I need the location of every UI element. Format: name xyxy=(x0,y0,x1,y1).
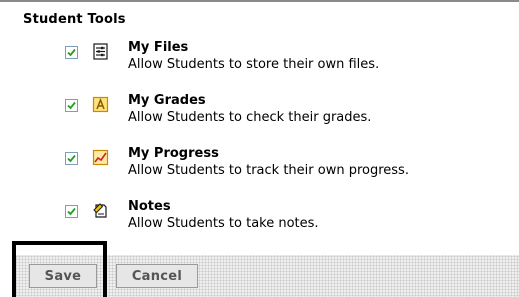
tool-description: Allow Students to store their own files. xyxy=(128,57,380,72)
tool-name: My Progress xyxy=(128,146,219,161)
notes-icon xyxy=(92,202,109,219)
checkmark-icon xyxy=(67,207,76,216)
my-files-checkbox[interactable] xyxy=(65,46,78,59)
tool-name: My Files xyxy=(128,40,189,55)
tool-description: Allow Students to take notes. xyxy=(128,216,319,231)
my-progress-checkbox[interactable] xyxy=(65,152,78,165)
tool-item-my-grades: My Grades Allow Students to check their … xyxy=(65,93,515,129)
grades-icon xyxy=(92,96,109,113)
checkmark-icon xyxy=(67,154,76,163)
checkmark-icon xyxy=(67,101,76,110)
top-divider xyxy=(0,0,519,2)
checkmark-icon xyxy=(67,48,76,57)
tool-item-my-files: My Files Allow Students to store their o… xyxy=(65,40,515,76)
files-icon xyxy=(92,43,109,60)
tool-item-my-progress: My Progress Allow Students to track thei… xyxy=(65,146,515,182)
tool-name: Notes xyxy=(128,199,171,214)
notes-checkbox[interactable] xyxy=(65,205,78,218)
progress-icon xyxy=(92,149,109,166)
tool-item-notes: Notes Allow Students to take notes. xyxy=(65,199,515,235)
tool-name: My Grades xyxy=(128,93,206,108)
cancel-button[interactable]: Cancel xyxy=(116,264,198,288)
section-title: Student Tools xyxy=(23,12,126,27)
my-grades-checkbox[interactable] xyxy=(65,99,78,112)
save-button-focus-highlight xyxy=(12,241,107,297)
tool-description: Allow Students to check their grades. xyxy=(128,110,372,125)
tool-description: Allow Students to track their own progre… xyxy=(128,163,409,178)
